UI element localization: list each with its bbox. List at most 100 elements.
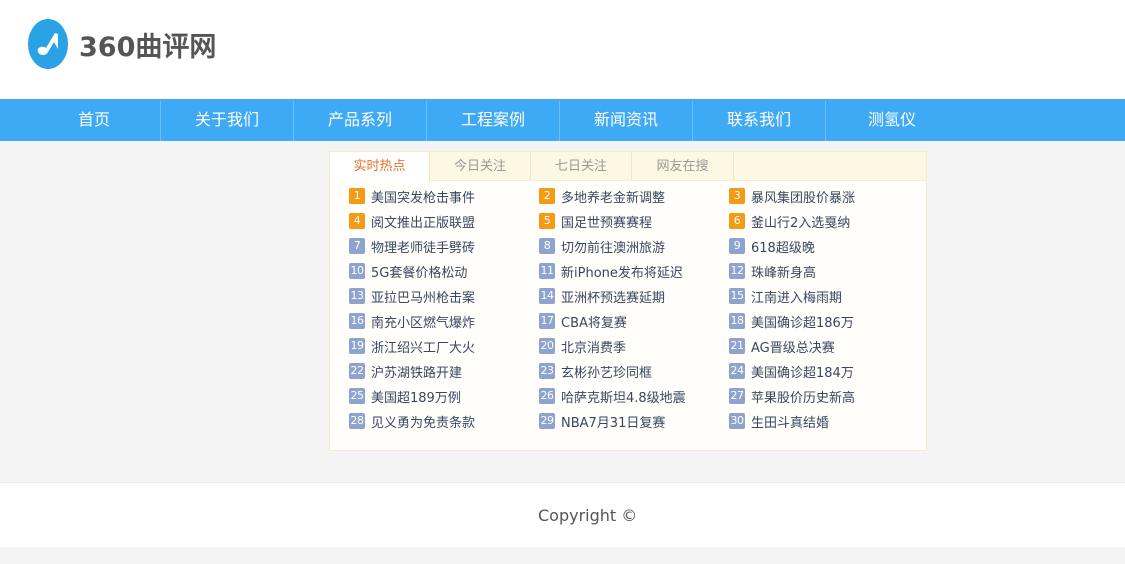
rank-badge: 21 [729,338,745,354]
hot-topic-item[interactable]: 14 亚洲杯预选赛延期 [539,287,665,306]
nav-item-products[interactable]: 产品系列 [294,99,426,141]
hot-topics-tabs: 实时热点 今日关注 七日关注 网友在搜 [330,152,926,182]
hot-topic-title[interactable]: 亚洲杯预选赛延期 [561,287,665,306]
hot-topic-item[interactable]: 24 美国确诊超184万 [729,362,854,381]
tab-seven-day-focus[interactable]: 七日关注 [531,152,632,181]
hot-topic-title[interactable]: CBA将复赛 [561,312,627,331]
hot-topic-item[interactable]: 9 618超级晚 [729,237,815,256]
hot-topic-item[interactable]: 21 AG晋级总决赛 [729,337,835,356]
site-footer: Copyright © [0,482,1125,547]
hot-topic-item[interactable]: 11 新iPhone发布将延迟 [539,262,683,281]
rank-badge: 11 [539,263,555,279]
hot-topic-item[interactable]: 30 生田斗真结婚 [729,412,829,431]
music-note-icon [28,19,68,69]
nav-item-cases[interactable]: 工程案例 [427,99,559,141]
hot-topic-title[interactable]: 北京消费季 [561,337,626,356]
hot-topic-item[interactable]: 15 江南进入梅雨期 [729,287,842,306]
tab-today-focus[interactable]: 今日关注 [430,152,531,181]
hot-topic-item[interactable]: 27 苹果股价历史新高 [729,387,855,406]
nav-item-about[interactable]: 关于我们 [161,99,293,141]
rank-badge: 23 [539,363,555,379]
rank-badge: 14 [539,288,555,304]
hot-topic-item[interactable]: 26 哈萨克斯坦4.8级地震 [539,387,686,406]
hot-topic-item[interactable]: 18 美国确诊超186万 [729,312,854,331]
hot-topic-item[interactable]: 7 物理老师徒手劈砖 [349,237,475,256]
hot-topic-title[interactable]: AG晋级总决赛 [751,337,835,356]
hot-topic-title[interactable]: 美国确诊超184万 [751,362,854,381]
rank-badge: 2 [539,188,555,204]
hot-topic-title[interactable]: 国足世预赛赛程 [561,212,652,231]
hot-topic-item[interactable]: 28 见义勇为免责条款 [349,412,475,431]
hot-topic-item[interactable]: 2 多地养老金新调整 [539,187,665,206]
hot-topic-title[interactable]: 亚拉巴马州枪击案 [371,287,475,306]
hot-topic-title[interactable]: 多地养老金新调整 [561,187,665,206]
hot-topic-title[interactable]: 浙江绍兴工厂大火 [371,337,475,356]
hot-topic-item[interactable]: 5 国足世预赛赛程 [539,212,652,231]
hot-topic-title[interactable]: 美国超189万例 [371,387,461,406]
hot-topic-title[interactable]: 哈萨克斯坦4.8级地震 [561,387,686,406]
hot-topic-title[interactable]: 江南进入梅雨期 [751,287,842,306]
rank-badge: 8 [539,238,555,254]
rank-badge: 15 [729,288,745,304]
site-logo[interactable]: 360曲评网 [28,19,216,69]
hot-topic-title[interactable]: NBA7月31日复赛 [561,412,665,431]
hot-topic-item[interactable]: 4 阅文推出正版联盟 [349,212,475,231]
hot-topic-title[interactable]: 暴风集团股价暴涨 [751,187,855,206]
rank-badge: 5 [539,213,555,229]
rank-badge: 13 [349,288,365,304]
hot-topic-title[interactable]: 新iPhone发布将延迟 [561,262,683,281]
main-nav: 首页 关于我们 产品系列 工程案例 新闻资讯 联系我们 测氢仪 [0,99,1125,141]
hot-topic-item[interactable]: 19 浙江绍兴工厂大火 [349,337,475,356]
hot-topic-title[interactable]: 切勿前往澳洲旅游 [561,237,665,256]
hot-topic-title[interactable]: 见义勇为免责条款 [371,412,475,431]
rank-badge: 12 [729,263,745,279]
tab-realtime-hot[interactable]: 实时热点 [330,152,430,182]
rank-badge: 24 [729,363,745,379]
nav-item-home[interactable]: 首页 [28,99,160,141]
hot-topic-title[interactable]: 釜山行2入选戛纳 [751,212,850,231]
hot-topic-item[interactable]: 6 釜山行2入选戛纳 [729,212,850,231]
hot-topic-item[interactable]: 23 玄彬孙艺珍同框 [539,362,652,381]
hot-topic-item[interactable]: 29 NBA7月31日复赛 [539,412,665,431]
hot-topic-title[interactable]: 珠峰新身高 [751,262,816,281]
rank-badge: 20 [539,338,555,354]
rank-badge: 10 [349,263,365,279]
hot-topic-item[interactable]: 16 南充小区燃气爆炸 [349,312,475,331]
hot-topic-title[interactable]: 苹果股价历史新高 [751,387,855,406]
hot-topic-title[interactable]: 生田斗真结婚 [751,412,829,431]
hot-topic-title[interactable]: 玄彬孙艺珍同框 [561,362,652,381]
hot-topics-panel: 实时热点 今日关注 七日关注 网友在搜 1 美国突发枪击事件 2 多地养老金新调整 3 暴… [329,151,927,451]
hot-topic-item[interactable]: 10 5G套餐价格松动 [349,262,467,281]
hot-topic-item[interactable]: 12 珠峰新身高 [729,262,816,281]
hot-topic-title[interactable]: 南充小区燃气爆炸 [371,312,475,331]
rank-badge: 9 [729,238,745,254]
hot-topic-item[interactable]: 3 暴风集团股价暴涨 [729,187,855,206]
rank-badge: 26 [539,388,555,404]
hot-topic-title[interactable]: 5G套餐价格松动 [371,262,467,281]
hot-topic-item[interactable]: 1 美国突发枪击事件 [349,187,475,206]
nav-item-hydrogen-meter[interactable]: 测氢仪 [826,99,958,141]
hot-topic-title[interactable]: 沪苏湖铁路开建 [371,362,462,381]
hot-topic-item[interactable]: 17 CBA将复赛 [539,312,627,331]
hot-topic-item[interactable]: 13 亚拉巴马州枪击案 [349,287,475,306]
hot-topic-title[interactable]: 阅文推出正版联盟 [371,212,475,231]
hot-topic-title[interactable]: 美国确诊超186万 [751,312,854,331]
rank-badge: 28 [349,413,365,429]
hot-topic-item[interactable]: 25 美国超189万例 [349,387,461,406]
hot-topic-item[interactable]: 8 切勿前往澳洲旅游 [539,237,665,256]
rank-badge: 29 [539,413,555,429]
rank-badge: 6 [729,213,745,229]
rank-badge: 18 [729,313,745,329]
nav-item-contact[interactable]: 联系我们 [693,99,825,141]
site-header: 360曲评网 [0,0,1125,99]
hot-topic-item[interactable]: 22 沪苏湖铁路开建 [349,362,462,381]
rank-badge: 25 [349,388,365,404]
rank-badge: 22 [349,363,365,379]
hot-topic-title[interactable]: 618超级晚 [751,237,815,256]
hot-topic-title[interactable]: 物理老师徒手劈砖 [371,237,475,256]
hot-topic-title[interactable]: 美国突发枪击事件 [371,187,475,206]
copyright-text: Copyright © [538,506,638,525]
nav-item-news[interactable]: 新闻资讯 [560,99,692,141]
tab-netizen-search[interactable]: 网友在搜 [632,152,734,181]
hot-topic-item[interactable]: 20 北京消费季 [539,337,626,356]
